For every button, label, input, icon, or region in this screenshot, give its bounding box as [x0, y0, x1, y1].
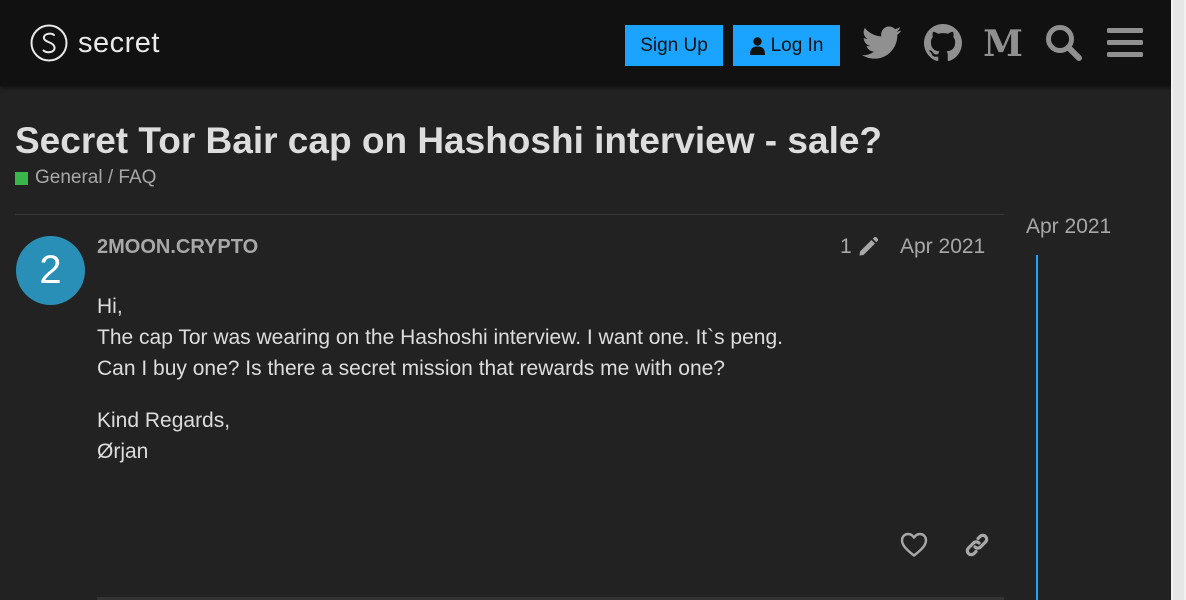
share-link-button[interactable] — [960, 528, 994, 562]
user-icon — [749, 36, 765, 55]
post-line: The cap Tor was wearing on the Hashoshi … — [97, 326, 783, 349]
edit-count: 1 — [840, 235, 852, 258]
post-line: Ørjan — [97, 440, 149, 463]
secret-logo-icon — [30, 24, 68, 62]
timeline-scroller-line[interactable] — [1036, 255, 1038, 600]
post-line: Can I buy one? Is there a secret mission… — [97, 357, 725, 380]
category-badge[interactable]: General / FAQ — [15, 167, 156, 189]
edit-history-button[interactable]: 1 — [840, 235, 879, 259]
post-body: Hi, The cap Tor was wearing on the Hasho… — [97, 291, 783, 488]
post-date[interactable]: Apr 2021 — [900, 235, 985, 259]
avatar[interactable]: 2 — [16, 236, 85, 305]
link-icon — [965, 533, 989, 557]
scrollbar-thumb[interactable] — [1173, 0, 1184, 600]
medium-icon[interactable]: M — [982, 22, 1024, 64]
like-button[interactable] — [897, 528, 931, 562]
log-in-button[interactable]: Log In — [733, 25, 840, 66]
post-paragraph: Hi, The cap Tor was wearing on the Hasho… — [97, 291, 783, 384]
logo-wordmark: secret — [78, 26, 160, 59]
post-line: Kind Regards, — [97, 409, 231, 432]
timeline-date[interactable]: Apr 2021 — [1026, 215, 1111, 239]
site-header: secret Sign Up Log In M — [0, 0, 1171, 86]
post-username[interactable]: 2MOON.CRYPTO — [97, 236, 258, 259]
svg-text:M: M — [983, 26, 1023, 60]
page-scrollbar[interactable] — [1171, 0, 1186, 600]
heart-icon — [900, 532, 928, 557]
category-color-square — [15, 171, 28, 185]
site-logo[interactable]: secret — [30, 24, 160, 62]
sign-up-button[interactable]: Sign Up — [625, 25, 723, 66]
pencil-icon — [857, 236, 879, 258]
hamburger-menu-icon[interactable] — [1104, 22, 1146, 64]
topic-divider — [15, 214, 1004, 215]
topic-title[interactable]: Secret Tor Bair cap on Hashoshi intervie… — [15, 120, 882, 162]
github-icon[interactable] — [922, 22, 964, 64]
search-icon[interactable] — [1043, 22, 1085, 64]
twitter-icon[interactable] — [861, 22, 903, 64]
category-label: General / FAQ — [35, 167, 157, 188]
post-line: Hi, — [97, 295, 123, 318]
log-in-label: Log In — [770, 34, 824, 56]
post-paragraph: Kind Regards, Ørjan — [97, 405, 783, 467]
